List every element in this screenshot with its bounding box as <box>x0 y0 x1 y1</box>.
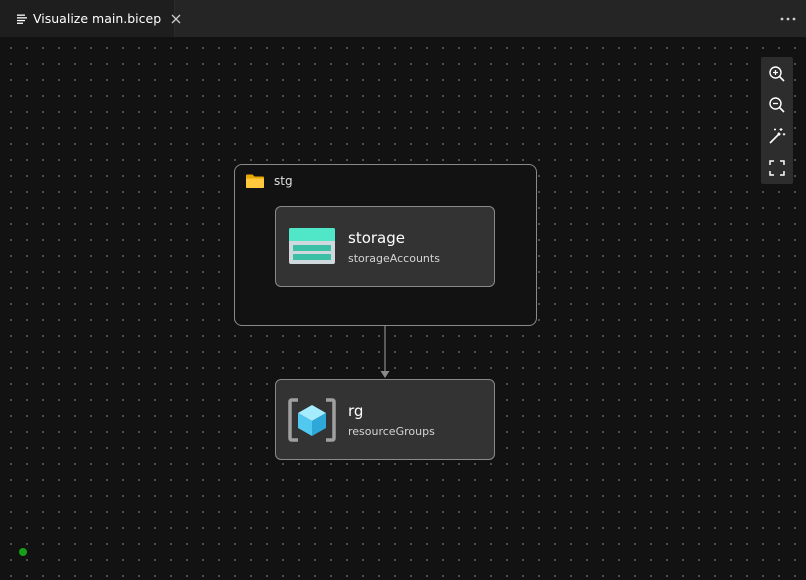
zoom-out-icon <box>768 96 786 114</box>
folder-icon <box>245 173 265 189</box>
preview-icon <box>16 13 28 25</box>
graph-toolbar <box>761 57 793 184</box>
more-actions-button[interactable] <box>778 9 798 29</box>
group-label: stg <box>274 174 293 188</box>
zoom-in-icon <box>768 65 786 83</box>
zoom-in-button[interactable] <box>761 58 793 89</box>
ellipsis-icon <box>780 17 796 21</box>
storage-account-icon <box>288 225 336 269</box>
visualizer-window: Visualize main.bicep stg storage storage… <box>0 0 806 580</box>
magic-wand-icon <box>768 127 786 145</box>
node-subtitle: resourceGroups <box>348 425 435 438</box>
auto-layout-button[interactable] <box>761 120 793 151</box>
zoom-out-button[interactable] <box>761 89 793 120</box>
node-title: storage <box>348 229 405 247</box>
resource-node-storage[interactable]: storage storageAccounts <box>275 206 495 287</box>
resource-node-rg[interactable]: rg resourceGroups <box>275 379 495 460</box>
group-header: stg <box>245 173 293 189</box>
fit-to-screen-button[interactable] <box>761 152 793 183</box>
resource-group-icon <box>288 398 336 442</box>
tab-visualize-main-bicep[interactable]: Visualize main.bicep <box>0 0 181 37</box>
graph-canvas[interactable]: stg storage storageAccounts rg resourceG… <box>0 37 806 580</box>
node-subtitle: storageAccounts <box>348 252 440 265</box>
status-indicator <box>19 548 27 556</box>
fullscreen-icon <box>768 159 786 177</box>
tab-label: Visualize main.bicep <box>33 11 162 26</box>
node-title: rg <box>348 402 364 420</box>
tab-bar: Visualize main.bicep <box>0 0 806 37</box>
close-icon[interactable] <box>170 12 182 26</box>
